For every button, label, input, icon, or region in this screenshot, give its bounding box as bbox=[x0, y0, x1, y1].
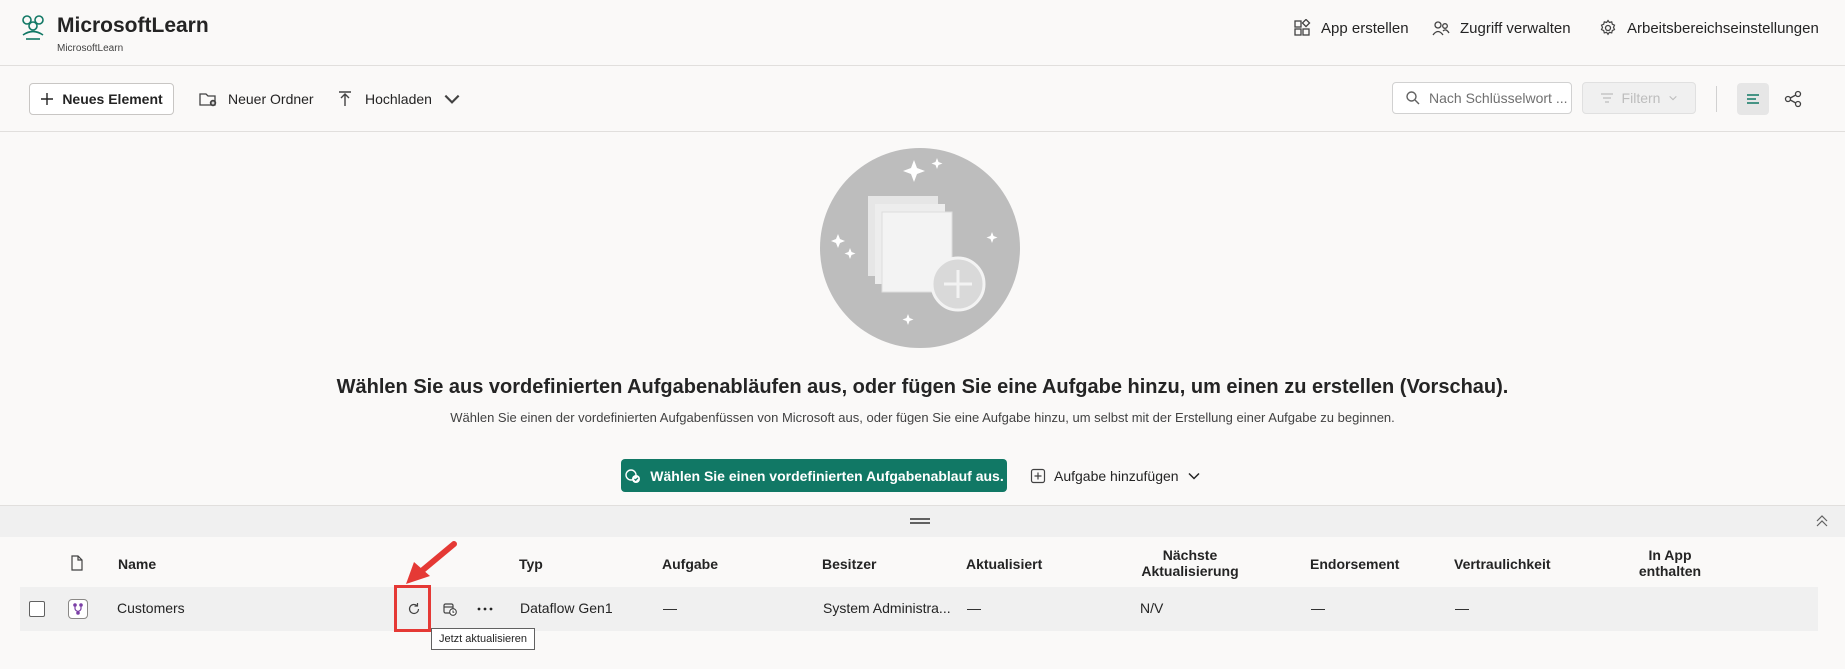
more-options-button[interactable] bbox=[474, 598, 496, 620]
empty-state-illustration bbox=[820, 148, 1020, 348]
row-task: — bbox=[663, 600, 677, 616]
toolbar-divider bbox=[1716, 86, 1717, 112]
add-task-button[interactable]: Aufgabe hinzufügen bbox=[1030, 465, 1201, 487]
schedule-refresh-icon bbox=[443, 603, 457, 616]
table-row[interactable]: Customers Dataflow Gen1 — System Adminis… bbox=[20, 587, 1818, 631]
chevron-down-icon bbox=[444, 94, 460, 104]
column-in-app[interactable]: In App enthalten bbox=[1620, 547, 1720, 579]
create-app-label: App erstellen bbox=[1321, 19, 1409, 37]
dataflow-icon bbox=[68, 599, 88, 619]
new-folder-button[interactable]: Neuer Ordner bbox=[198, 87, 314, 111]
new-item-label: Neues Element bbox=[62, 91, 163, 107]
plus-icon bbox=[41, 93, 54, 105]
column-task[interactable]: Aufgabe bbox=[662, 556, 718, 572]
column-next-refresh-line1: Nächste bbox=[1162, 547, 1218, 563]
create-app-button[interactable]: App erstellen bbox=[1293, 17, 1409, 39]
empty-state-description: Wählen Sie einen der vordefinierten Aufg… bbox=[450, 410, 1395, 425]
upload-button[interactable]: Hochladen bbox=[335, 87, 462, 111]
workspace-subtitle: MicrosoftLearn bbox=[57, 43, 124, 54]
row-updated: — bbox=[967, 600, 981, 616]
column-name[interactable]: Name bbox=[118, 556, 156, 572]
chevron-down-icon bbox=[1188, 472, 1200, 480]
items-table: Name Typ Aufgabe Besitzer Aktualisiert N… bbox=[20, 537, 1818, 631]
more-icon bbox=[477, 607, 493, 611]
annotation-arrow-icon bbox=[406, 541, 457, 584]
lineage-view-button[interactable] bbox=[1777, 83, 1809, 115]
column-updated[interactable]: Aktualisiert bbox=[966, 556, 1042, 572]
pane-splitter[interactable] bbox=[0, 505, 1845, 537]
column-type[interactable]: Typ bbox=[519, 556, 543, 572]
row-type: Dataflow Gen1 bbox=[520, 600, 613, 616]
filter-button[interactable]: Filtern bbox=[1582, 82, 1696, 114]
row-checkbox[interactable] bbox=[29, 601, 45, 617]
table-header: Name Typ Aufgabe Besitzer Aktualisiert N… bbox=[20, 537, 1818, 587]
lineage-icon bbox=[1784, 90, 1802, 108]
manage-access-button[interactable]: Zugriff verwalten bbox=[1432, 17, 1571, 39]
workspace-icon bbox=[22, 15, 44, 40]
row-owner: System Administra... bbox=[823, 600, 951, 616]
gear-icon bbox=[1600, 19, 1616, 36]
list-view-icon bbox=[1747, 94, 1759, 104]
column-endorsement[interactable]: Endorsement bbox=[1310, 556, 1399, 572]
add-task-label: Aufgabe hinzufügen bbox=[1054, 468, 1179, 484]
resize-grip-icon[interactable] bbox=[910, 518, 930, 524]
choose-task-flow-button[interactable]: Wählen Sie einen vordefinierten Aufgaben… bbox=[621, 459, 1007, 492]
row-endorsement: — bbox=[1311, 600, 1325, 616]
search-placeholder: Nach Schlüsselwort ... bbox=[1429, 90, 1568, 106]
task-flow-icon bbox=[625, 468, 641, 483]
refresh-tooltip: Jetzt aktualisieren bbox=[431, 628, 536, 650]
chevron-down-icon bbox=[1669, 95, 1678, 101]
column-sensitivity[interactable]: Vertraulichkeit bbox=[1454, 556, 1551, 572]
refresh-highlight-box bbox=[394, 585, 431, 632]
upload-label: Hochladen bbox=[365, 91, 432, 107]
people-icon bbox=[1432, 21, 1450, 36]
column-in-app-line2: enthalten bbox=[1638, 563, 1702, 579]
add-square-icon bbox=[1030, 468, 1046, 484]
filter-icon bbox=[1600, 93, 1613, 103]
apps-icon bbox=[1294, 19, 1311, 36]
file-type-icon bbox=[71, 555, 83, 571]
row-next-refresh: N/V bbox=[1140, 600, 1164, 616]
column-owner[interactable]: Besitzer bbox=[822, 556, 876, 572]
list-view-button[interactable] bbox=[1737, 83, 1769, 115]
column-next-refresh[interactable]: Nächste Aktualisierung bbox=[1120, 547, 1260, 579]
schedule-refresh-button[interactable] bbox=[439, 598, 461, 620]
search-icon bbox=[1406, 91, 1420, 105]
row-sensitivity: — bbox=[1455, 600, 1469, 616]
row-name[interactable]: Customers bbox=[117, 600, 185, 616]
empty-state-title: Wählen Sie aus vordefinierten Aufgabenab… bbox=[336, 376, 1509, 398]
collapse-up-icon[interactable] bbox=[1814, 513, 1830, 529]
filter-label: Filtern bbox=[1621, 90, 1661, 106]
workspace-header: MicrosoftLearn MicrosoftLearn App erstel… bbox=[0, 0, 1845, 66]
folder-add-icon bbox=[199, 93, 217, 107]
workspace-settings-button[interactable]: Arbeitsbereichseinstellungen bbox=[1599, 17, 1819, 39]
new-folder-label: Neuer Ordner bbox=[228, 91, 314, 107]
column-in-app-line1: In App bbox=[1648, 547, 1692, 563]
toolbar: Neues Element Neuer Ordner Hochladen Nac… bbox=[0, 66, 1845, 132]
workspace-settings-label: Arbeitsbereichseinstellungen bbox=[1627, 19, 1819, 37]
search-box[interactable]: Nach Schlüsselwort ... bbox=[1392, 82, 1572, 114]
choose-task-flow-label: Wählen Sie einen vordefinierten Aufgaben… bbox=[650, 467, 1004, 484]
new-item-button[interactable]: Neues Element bbox=[29, 83, 174, 115]
upload-icon bbox=[339, 91, 351, 106]
workspace-title: MicrosoftLearn bbox=[57, 14, 209, 37]
column-next-refresh-line2: Aktualisierung bbox=[1141, 563, 1239, 579]
manage-access-label: Zugriff verwalten bbox=[1460, 19, 1571, 37]
